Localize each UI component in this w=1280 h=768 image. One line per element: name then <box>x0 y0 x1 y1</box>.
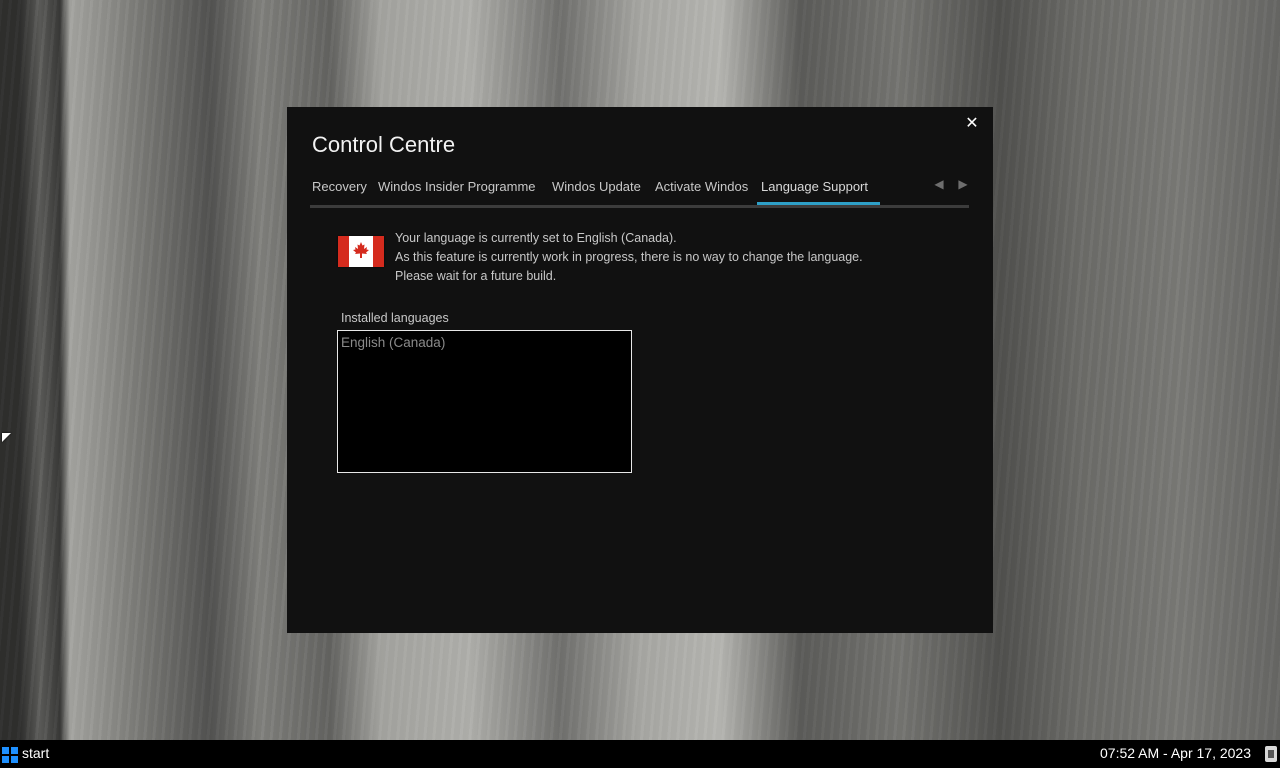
tab-language-support[interactable]: Language Support <box>761 179 868 194</box>
installed-languages-list[interactable]: English (Canada) <box>337 330 632 473</box>
control-centre-window: ✕ Control Centre Recovery Windos Insider… <box>287 107 993 633</box>
active-tab-indicator <box>757 202 880 205</box>
canada-flag-icon <box>338 236 384 267</box>
start-button[interactable]: start <box>0 740 60 768</box>
arrow-left-icon[interactable]: ◀ <box>932 177 946 191</box>
info-line-wip: As this feature is currently work in pro… <box>395 250 863 264</box>
notification-icon[interactable] <box>1265 746 1277 762</box>
close-button[interactable]: ✕ <box>961 112 983 134</box>
language-info: Your language is currently set to Englis… <box>395 229 863 286</box>
taskbar: start 07:52 AM - Apr 17, 2023 <box>0 740 1280 768</box>
tab-activate-windos[interactable]: Activate Windos <box>655 179 748 194</box>
tab-insider-programme[interactable]: Windos Insider Programme <box>378 179 536 194</box>
tab-bar: Recovery Windos Insider Programme Windos… <box>310 177 969 208</box>
taskbar-clock[interactable]: 07:52 AM - Apr 17, 2023 <box>1100 745 1251 761</box>
tab-recovery[interactable]: Recovery <box>312 179 367 194</box>
list-item[interactable]: English (Canada) <box>341 335 445 350</box>
window-title: Control Centre <box>312 132 456 157</box>
windows-logo-icon <box>2 747 18 763</box>
installed-languages-label: Installed languages <box>341 311 449 325</box>
mouse-cursor-icon <box>2 433 11 442</box>
info-line-current: Your language is currently set to Englis… <box>395 231 677 245</box>
tab-windos-update[interactable]: Windos Update <box>552 179 641 194</box>
arrow-right-icon[interactable]: ▶ <box>956 177 970 191</box>
info-line-wait: Please wait for a future build. <box>395 269 557 283</box>
start-label: start <box>22 745 50 761</box>
